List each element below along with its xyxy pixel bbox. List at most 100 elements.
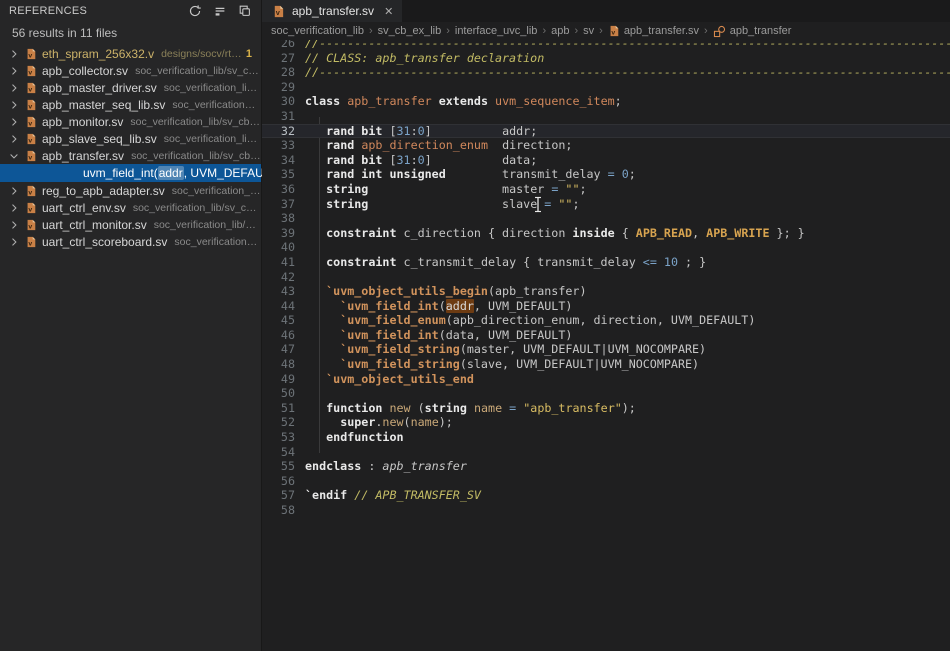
chevron-right-icon[interactable] xyxy=(7,235,21,249)
code-line[interactable]: 27// CLASS: apb_transfer declaration xyxy=(262,51,950,66)
line-number: 34 xyxy=(262,153,295,168)
verilog-file-icon: v xyxy=(23,149,38,163)
line-number: 42 xyxy=(262,270,295,285)
file-row[interactable]: vuart_ctrl_monitor.svsoc_verification_li… xyxy=(0,216,261,233)
breadcrumb-separator: › xyxy=(704,25,708,37)
file-name: uart_ctrl_scoreboard.sv xyxy=(42,235,167,249)
code-line[interactable]: 41 constraint c_transmit_delay { transmi… xyxy=(262,255,950,270)
close-icon[interactable]: ✕ xyxy=(384,5,393,18)
code-line[interactable]: 50 xyxy=(262,386,950,401)
code-text xyxy=(305,386,950,401)
code-line[interactable]: 32 rand bit [31:0] addr; xyxy=(262,124,950,139)
svg-text:v: v xyxy=(28,206,32,213)
file-row[interactable]: vapb_master_seq_lib.svsoc_verification_l… xyxy=(0,96,261,113)
file-row[interactable]: vapb_master_driver.svsoc_verification_li… xyxy=(0,79,261,96)
code-line[interactable]: 36 string master = ""; xyxy=(262,182,950,197)
chevron-right-icon[interactable] xyxy=(7,81,21,95)
code-line[interactable]: 35 rand int unsigned transmit_delay = 0; xyxy=(262,167,950,182)
code-line[interactable]: 26//------------------------------------… xyxy=(262,40,950,51)
verilog-file-icon: v xyxy=(23,64,38,78)
code-line[interactable]: 53 endfunction xyxy=(262,430,950,445)
code-text: endfunction xyxy=(305,430,950,445)
chevron-down-icon[interactable] xyxy=(7,149,21,163)
results-summary: 56 results in 11 files xyxy=(12,26,117,40)
code-text: rand apb_direction_enum direction; xyxy=(305,138,950,153)
set-query-button[interactable] xyxy=(211,3,228,20)
code-text: constraint c_transmit_delay { transmit_d… xyxy=(305,255,950,270)
code-line[interactable]: 58 xyxy=(262,503,950,518)
code-line[interactable]: 29 xyxy=(262,80,950,95)
code-line[interactable]: 33 rand apb_direction_enum direction; xyxy=(262,138,950,153)
code-text: rand int unsigned transmit_delay = 0; xyxy=(305,167,950,182)
chevron-right-icon[interactable] xyxy=(7,201,21,215)
breadcrumb-item[interactable]: apb_transfer xyxy=(713,25,792,38)
breadcrumb-item[interactable]: soc_verification_lib xyxy=(271,25,364,37)
code-line[interactable]: 30class apb_transfer extends uvm_sequenc… xyxy=(262,94,950,109)
chevron-right-icon[interactable] xyxy=(7,115,21,129)
file-name: apb_master_driver.sv xyxy=(42,81,157,95)
copy-all-button[interactable] xyxy=(236,3,253,20)
file-row[interactable]: v uart_ctrl_scoreboard.sv soc_verification… xyxy=(0,233,261,250)
verilog-file-icon: v xyxy=(23,235,38,249)
breadcrumb-separator: › xyxy=(574,25,578,37)
chevron-right-icon[interactable] xyxy=(7,218,21,232)
code-line[interactable]: 49 `uvm_object_utils_end xyxy=(262,372,950,387)
code-area[interactable]: 26//------------------------------------… xyxy=(262,40,950,651)
code-line[interactable]: 54 xyxy=(262,445,950,460)
file-row[interactable]: vuart_ctrl_env.svsoc_verification_lib/sv… xyxy=(0,199,261,216)
file-row[interactable]: vapb_monitor.svsoc_verification_lib/sv_c… xyxy=(0,113,261,130)
code-line[interactable]: 34 rand bit [31:0] data; xyxy=(262,153,950,168)
breadcrumb-item[interactable]: vapb_transfer.sv xyxy=(608,25,699,37)
code-line[interactable]: 42 xyxy=(262,270,950,285)
code-line[interactable]: 47 `uvm_field_string(master, UVM_DEFAULT… xyxy=(262,342,950,357)
chevron-right-icon[interactable] xyxy=(7,98,21,112)
file-row[interactable]: vapb_collector.svsoc_verification_lib/sv… xyxy=(0,62,261,79)
file-row[interactable]: veth_spram_256x32.vdesigns/socv/rtl/rtl_… xyxy=(0,45,261,62)
breadcrumb-item[interactable]: interface_uvc_lib xyxy=(455,25,538,37)
code-line[interactable]: 55endclass : apb_transfer xyxy=(262,459,950,474)
chevron-right-icon[interactable] xyxy=(7,132,21,146)
file-row[interactable]: vapb_slave_seq_lib.svsoc_verification_li… xyxy=(0,130,261,147)
line-number: 45 xyxy=(262,313,295,328)
svg-text:v: v xyxy=(28,69,32,76)
code-line[interactable]: 57`endif // APB_TRANSFER_SV xyxy=(262,488,950,503)
code-line[interactable]: 56 xyxy=(262,474,950,489)
code-text: string slave = ""; xyxy=(305,197,950,212)
code-line[interactable]: 40 xyxy=(262,240,950,255)
line-number: 58 xyxy=(262,503,295,518)
code-line[interactable]: 28//------------------------------------… xyxy=(262,65,950,80)
code-line[interactable]: 48 `uvm_field_string(slave, UVM_DEFAULT|… xyxy=(262,357,950,372)
verilog-file-icon: v xyxy=(23,98,38,112)
file-row[interactable]: vapb_transfer.svsoc_verification_lib/sv_… xyxy=(0,147,261,164)
code-line[interactable]: 43 `uvm_object_utils_begin(apb_transfer) xyxy=(262,284,950,299)
tab-apb-transfer[interactable]: v apb_transfer.sv ✕ xyxy=(262,0,402,22)
code-line[interactable]: 39 constraint c_direction { direction in… xyxy=(262,226,950,241)
chevron-right-icon[interactable] xyxy=(7,64,21,78)
code-line[interactable]: 31 xyxy=(262,109,950,124)
file-path: soc_verification_lib/sv_cb... xyxy=(164,133,261,145)
chevron-right-icon[interactable] xyxy=(7,47,21,61)
code-line[interactable]: 46 `uvm_field_int(data, UVM_DEFAULT) xyxy=(262,328,950,343)
code-text: constraint c_direction { direction insid… xyxy=(305,226,950,241)
reference-result-row[interactable]: uvm_field_int(addr, UVM_DEFAULT)✕ xyxy=(0,164,261,182)
breadcrumb-item[interactable]: sv xyxy=(583,25,594,37)
refresh-button[interactable] xyxy=(186,3,203,20)
code-line[interactable]: 44 `uvm_field_int(addr, UVM_DEFAULT) xyxy=(262,299,950,314)
line-number: 39 xyxy=(262,226,295,241)
breadcrumb-item[interactable]: apb xyxy=(551,25,569,37)
file-path: soc_verification_lib/sv... xyxy=(174,236,261,248)
file-name: apb_monitor.sv xyxy=(42,115,123,129)
code-line[interactable]: 51 function new (string name = "apb_tran… xyxy=(262,401,950,416)
code-lines: 26//------------------------------------… xyxy=(262,40,950,518)
code-line[interactable]: 38 xyxy=(262,211,950,226)
code-line[interactable]: 52 super.new(name); xyxy=(262,415,950,430)
line-number: 40 xyxy=(262,240,295,255)
file-name: reg_to_apb_adapter.sv xyxy=(42,184,165,198)
code-line[interactable]: 37 string slave = ""; xyxy=(262,197,950,212)
breadcrumb-item[interactable]: sv_cb_ex_lib xyxy=(378,25,442,37)
code-line[interactable]: 45 `uvm_field_enum(apb_direction_enum, d… xyxy=(262,313,950,328)
file-row[interactable]: vreg_to_apb_adapter.svsoc_verification_l… xyxy=(0,182,261,199)
chevron-right-icon[interactable] xyxy=(7,184,21,198)
line-number: 54 xyxy=(262,445,295,460)
line-number: 44 xyxy=(262,299,295,314)
